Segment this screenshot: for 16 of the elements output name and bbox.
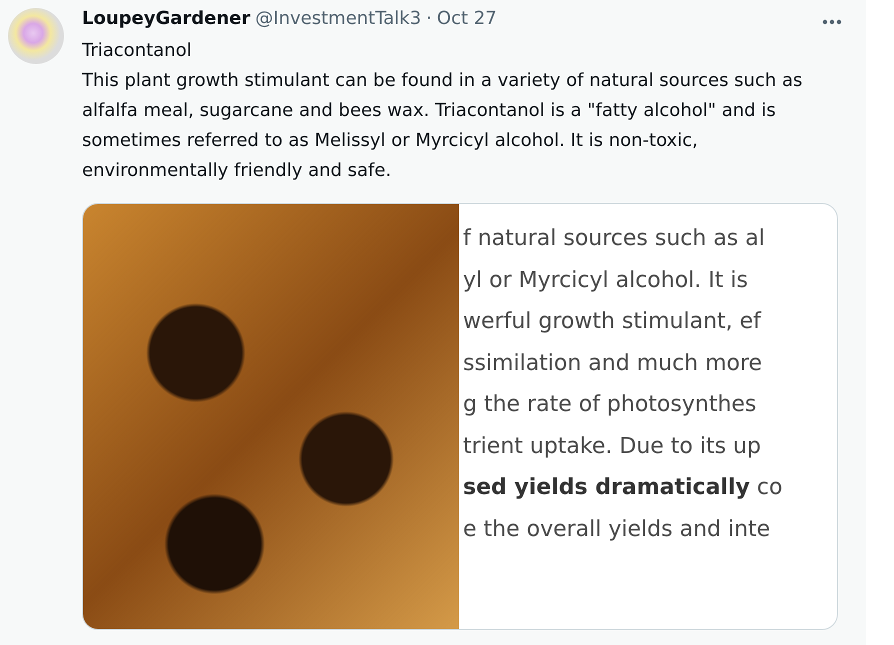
media-card[interactable] — [82, 203, 838, 630]
screenshot-text-line: werful growth stimulant, ef — [463, 308, 762, 336]
screenshot-text-line: sed yields dramatically co — [463, 474, 782, 502]
author-name[interactable]: LoupeyGardener — [82, 8, 250, 29]
screenshot-text-line: ssimilation and much more — [463, 350, 764, 378]
screenshot-text-line: trient uptake. Due to its up — [463, 432, 762, 460]
screenshot-text-line: yl or Myrcicyl alcohol. It is — [463, 266, 749, 294]
screenshot-text-line: f natural sources such as al — [463, 225, 766, 253]
screenshot-text-line: g the rate of photosynthes — [463, 391, 758, 419]
more-icon[interactable] — [822, 19, 842, 25]
tweet-text: Triacontanol — [82, 39, 193, 63]
tweet-date[interactable]: Oct 27 — [436, 8, 497, 29]
tweet-text: This plant growth stimulant can be found in a variety of natural sources such as alfalfa meal, sugarcane and bees wax. Triacontanol is a "fatty alcohol" and is sometimes referred to as Melissyl or Myrcicyl alcohol. It is non-toxic, environmentally friendly and safe. — [82, 69, 804, 183]
screenshot-text-line: e the overall yields and inte — [463, 516, 772, 544]
separator-dot: · — [426, 8, 432, 29]
author-handle[interactable]: @InvestmentTalk3 — [255, 8, 422, 29]
